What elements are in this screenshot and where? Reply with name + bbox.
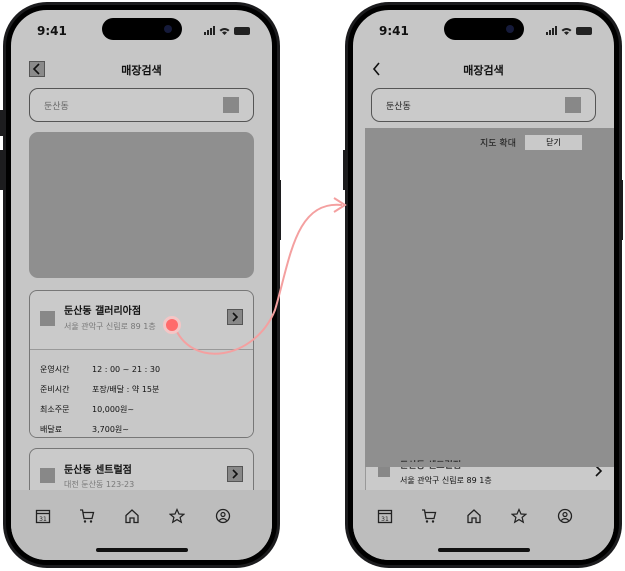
- map-zoom-label: 지도 확대: [480, 139, 516, 149]
- battery-icon: [576, 26, 592, 35]
- tab-favorites[interactable]: [167, 506, 187, 526]
- tab-calendar[interactable]: 31: [375, 506, 395, 526]
- side-button: [0, 110, 3, 136]
- phone-frame-store-list: 9:41 매장검색 둔산동 둔산동 갤러리아점 서울 관악구 신림로 89 1층…: [3, 2, 280, 568]
- store-details: 운영시간 12 : 00 ~ 21 : 30 준비시간 포장/배달 : 약 15분 …: [30, 349, 253, 437]
- store-icon: [40, 468, 55, 483]
- side-button: [0, 150, 3, 190]
- side-button: [343, 150, 346, 190]
- store-address: 서울 관악구 신림로 89 1층: [400, 476, 492, 485]
- screen-map-expanded: 9:41 매장검색 둔산동 지도 확대 닫기 서울 관악구 신림로 89 1층 …: [348, 5, 619, 565]
- status-bar: 9:41: [353, 24, 614, 40]
- wifi-icon: [219, 27, 230, 35]
- profile-icon: [215, 508, 231, 524]
- status-time: 9:41: [379, 24, 409, 38]
- flow-canvas: 9:41 매장검색 둔산동 둔산동 갤러리아점 서울 관악구 신림로 89 1층…: [0, 0, 625, 571]
- page-title: 매장검색: [463, 64, 504, 77]
- store-address: 대전 둔산동 123-23: [64, 480, 135, 489]
- tap-indicator: [163, 316, 181, 334]
- chevron-right-icon: [232, 469, 239, 479]
- star-icon: [511, 508, 527, 524]
- svg-text:31: 31: [381, 516, 389, 523]
- store-detail-button[interactable]: [227, 309, 243, 325]
- chevron-right-icon: [232, 312, 239, 322]
- store-detail-button[interactable]: [227, 466, 243, 482]
- calendar-icon: 31: [377, 509, 393, 524]
- map-close-button[interactable]: 닫기: [525, 135, 582, 150]
- tab-bar: 31: [353, 490, 614, 560]
- header: 매장검색: [353, 58, 614, 82]
- home-icon: [125, 509, 139, 524]
- home-indicator: [437, 548, 530, 552]
- star-icon: [169, 508, 185, 524]
- cart-icon: [80, 509, 95, 523]
- store-name: 둔산동 센트럴점: [64, 465, 132, 476]
- detail-row-min-order: 최소주문 10,000원~: [40, 405, 135, 414]
- tab-calendar[interactable]: 31: [33, 506, 53, 526]
- tab-bar: 31: [11, 490, 272, 560]
- tab-cart[interactable]: [419, 506, 439, 526]
- side-button: [620, 180, 623, 240]
- status-time: 9:41: [37, 24, 67, 38]
- search-input[interactable]: 둔산동: [29, 88, 254, 122]
- tab-cart[interactable]: [77, 506, 97, 526]
- signal-icon: [546, 26, 557, 35]
- detail-row-prep: 준비시간 포장/배달 : 약 15분: [40, 385, 160, 394]
- cart-icon: [422, 509, 437, 523]
- search-value: 둔산동: [386, 102, 411, 112]
- detail-row-fee: 배달료 3,700원~: [40, 425, 129, 434]
- calendar-icon: 31: [35, 509, 51, 524]
- store-icon: [40, 311, 55, 326]
- screen-store-list: 9:41 매장검색 둔산동 둔산동 갤러리아점 서울 관악구 신림로 89 1층…: [6, 5, 277, 565]
- search-icon[interactable]: [565, 97, 581, 113]
- tab-home[interactable]: [122, 506, 142, 526]
- svg-text:31: 31: [39, 516, 47, 523]
- tab-favorites[interactable]: [509, 506, 529, 526]
- side-button: [278, 180, 281, 240]
- map-overlap-edge: [365, 462, 614, 467]
- tab-profile[interactable]: [213, 506, 233, 526]
- store-card-expanded[interactable]: 둔산동 갤러리아점 서울 관악구 신림로 89 1층 운영시간 12 : 00 ~…: [29, 290, 254, 438]
- battery-icon: [234, 26, 250, 35]
- search-icon[interactable]: [223, 97, 239, 113]
- tab-profile[interactable]: [555, 506, 575, 526]
- status-bar: 9:41: [11, 24, 272, 40]
- store-address: 서울 관악구 신림로 89 1층: [64, 322, 156, 331]
- detail-row-hours: 운영시간 12 : 00 ~ 21 : 30: [40, 365, 161, 374]
- page-title: 매장검색: [121, 64, 162, 77]
- search-value: 둔산동: [44, 102, 69, 112]
- phone-frame-map-expanded: 9:41 매장검색 둔산동 지도 확대 닫기 서울 관악구 신림로 89 1층 …: [345, 2, 622, 568]
- wifi-icon: [561, 27, 572, 35]
- store-name: 둔산동 갤러리아점: [64, 306, 142, 317]
- tab-home[interactable]: [464, 506, 484, 526]
- profile-icon: [557, 508, 573, 524]
- home-icon: [467, 509, 481, 524]
- expanded-map[interactable]: 지도 확대 닫기: [365, 128, 614, 462]
- search-input[interactable]: 둔산동: [371, 88, 596, 122]
- map-preview[interactable]: [29, 132, 254, 278]
- home-indicator: [95, 548, 188, 552]
- signal-icon: [204, 26, 215, 35]
- header: 매장검색: [11, 58, 272, 82]
